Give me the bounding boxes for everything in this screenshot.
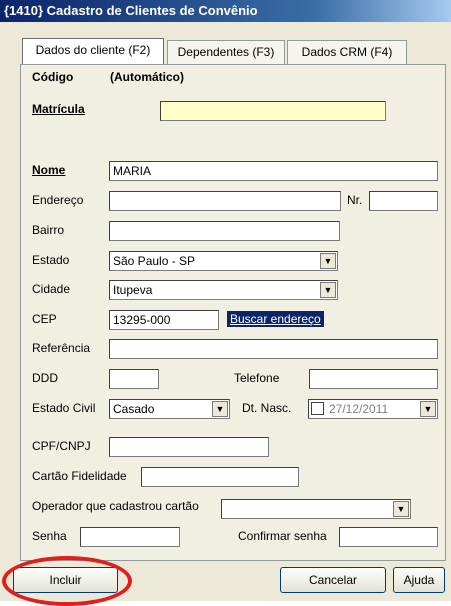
referencia-label: Referência bbox=[32, 341, 91, 355]
senha-label: Senha bbox=[32, 529, 67, 543]
tab-dados-cliente[interactable]: Dados do cliente (F2) bbox=[22, 38, 164, 65]
highlight-ring bbox=[2, 556, 132, 606]
codigo-value: (Automático) bbox=[110, 70, 184, 84]
cidade-label: Cidade bbox=[32, 282, 71, 296]
cpf-label: CPF/CNPJ bbox=[32, 439, 91, 453]
nome-label: Nome bbox=[32, 163, 66, 177]
operador-select[interactable]: ▼ bbox=[221, 499, 411, 519]
operador-label: Operador que cadastrou cartão bbox=[32, 499, 199, 513]
ajuda-button[interactable]: Ajuda bbox=[393, 567, 445, 593]
cartao-input[interactable] bbox=[141, 467, 299, 487]
endereco-input[interactable] bbox=[109, 191, 341, 211]
chevron-down-icon[interactable]: ▼ bbox=[420, 401, 436, 417]
cidade-select[interactable]: Itupeva ▼ bbox=[109, 280, 338, 300]
cep-input[interactable]: 13295-000 bbox=[109, 310, 219, 330]
chevron-down-icon[interactable]: ▼ bbox=[320, 282, 336, 298]
dt-nasc-field[interactable]: 27/12/2011 ▼ bbox=[308, 399, 438, 419]
bairro-label: Bairro bbox=[32, 223, 65, 237]
chevron-down-icon[interactable]: ▼ bbox=[212, 401, 228, 417]
estado-value: São Paulo - SP bbox=[113, 254, 196, 268]
cancelar-button[interactable]: Cancelar bbox=[280, 567, 386, 593]
dialog-window: {1410} Cadastro de Clientes de Convênio … bbox=[0, 0, 451, 606]
dt-nasc-checkbox[interactable] bbox=[311, 402, 324, 415]
buscar-endereco-link[interactable]: Buscar endereço bbox=[227, 311, 324, 327]
cartao-label: Cartão Fidelidade bbox=[32, 469, 127, 483]
estado-label: Estado bbox=[32, 253, 70, 267]
estado-civil-label: Estado Civil bbox=[32, 401, 96, 415]
endereco-label: Endereço bbox=[32, 193, 84, 207]
estado-civil-value: Casado bbox=[113, 402, 155, 416]
nr-input[interactable] bbox=[369, 191, 438, 211]
confirmar-senha-input[interactable] bbox=[339, 527, 438, 547]
codigo-label: Código bbox=[32, 70, 74, 84]
tab-dependentes[interactable]: Dependentes (F3) bbox=[167, 40, 285, 64]
matricula-input[interactable] bbox=[160, 101, 386, 121]
telefone-input[interactable] bbox=[309, 369, 438, 389]
dt-nasc-value: 27/12/2011 bbox=[329, 402, 389, 416]
estado-select[interactable]: São Paulo - SP ▼ bbox=[109, 251, 338, 271]
referencia-input[interactable] bbox=[109, 339, 438, 359]
matricula-label: Matrícula bbox=[32, 102, 85, 116]
chevron-down-icon[interactable]: ▼ bbox=[393, 501, 409, 517]
nr-label: Nr. bbox=[347, 193, 363, 207]
senha-input[interactable] bbox=[80, 527, 180, 547]
cpf-input[interactable] bbox=[109, 437, 269, 457]
telefone-label: Telefone bbox=[234, 371, 280, 385]
estado-civil-select[interactable]: Casado ▼ bbox=[109, 399, 230, 419]
cep-label: CEP bbox=[32, 312, 57, 326]
chevron-down-icon[interactable]: ▼ bbox=[320, 253, 336, 269]
cidade-value: Itupeva bbox=[113, 283, 153, 297]
dt-nasc-label: Dt. Nasc. bbox=[242, 401, 292, 415]
window-title: {1410} Cadastro de Clientes de Convênio bbox=[0, 0, 451, 22]
nome-input[interactable]: MARIA bbox=[109, 161, 438, 181]
tab-dados-crm[interactable]: Dados CRM (F4) bbox=[287, 40, 407, 64]
bairro-input[interactable] bbox=[109, 221, 340, 241]
ddd-input[interactable] bbox=[109, 369, 159, 389]
confirmar-senha-label: Confirmar senha bbox=[238, 529, 327, 543]
ddd-label: DDD bbox=[32, 371, 58, 385]
